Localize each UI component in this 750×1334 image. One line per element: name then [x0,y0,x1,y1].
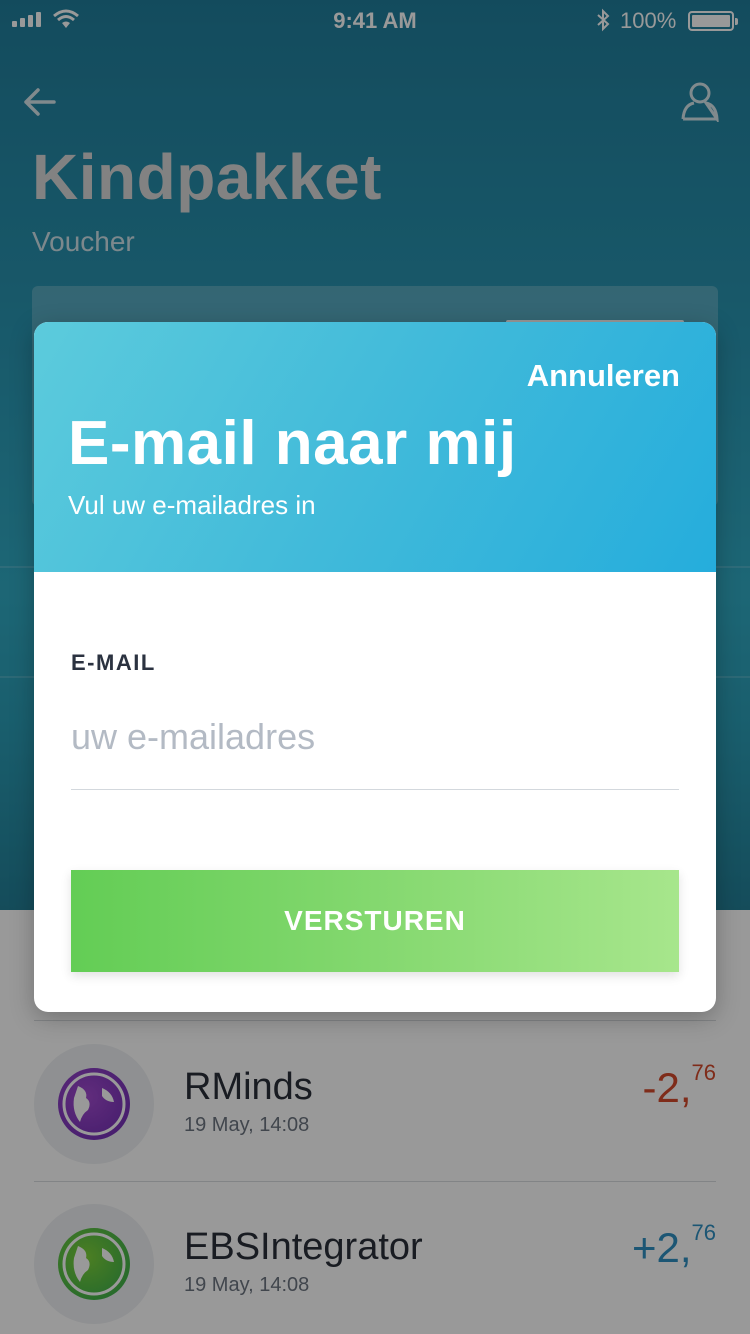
email-modal: Annuleren E-mail naar mij Vul uw e-maila… [34,322,716,1012]
input-underline [71,789,679,790]
email-label: E-MAIL [71,650,156,675]
send-button[interactable]: VERSTUREN [71,870,679,972]
modal-header: Annuleren E-mail naar mij Vul uw e-maila… [34,322,716,572]
email-input[interactable] [71,702,679,772]
cancel-button[interactable]: Annuleren [527,358,680,394]
modal-subtitle: Vul uw e-mailadres in [68,490,316,520]
modal-title: E-mail naar mij [68,409,517,478]
